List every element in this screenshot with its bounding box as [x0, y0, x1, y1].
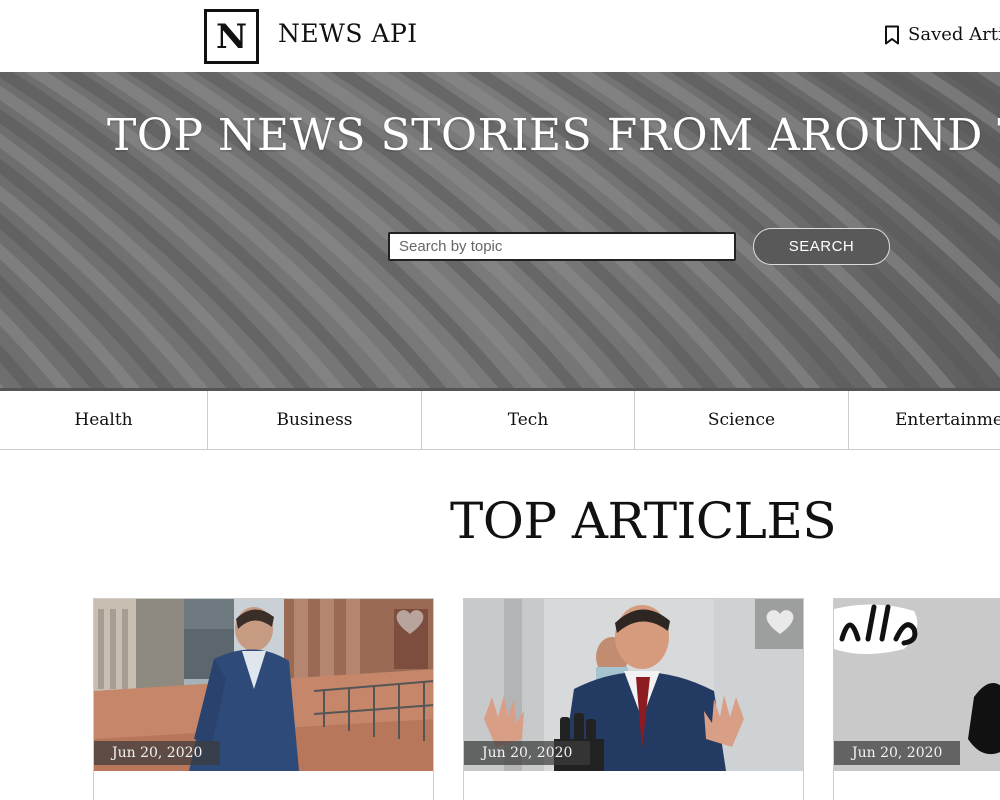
- favorite-button[interactable]: [385, 599, 433, 649]
- heart-icon: [394, 608, 426, 640]
- article-date: Jun 20, 2020: [834, 741, 961, 765]
- category-bar: Health Business Tech Science Entertainme…: [0, 391, 1000, 450]
- hero-title: TOP NEWS STORIES FROM AROUND THE WORLD: [107, 110, 1000, 161]
- favorite-button[interactable]: [755, 599, 803, 649]
- article-card[interactable]: Jun 20, 2020: [463, 598, 804, 800]
- category-business[interactable]: Business: [208, 391, 422, 449]
- article-date: Jun 20, 2020: [464, 741, 591, 765]
- article-card[interactable]: Jun 20, 2020: [833, 598, 1000, 800]
- article-card[interactable]: Jun 20, 2020: [93, 598, 434, 800]
- hero-banner: TOP NEWS STORIES FROM AROUND THE WORLD S…: [0, 72, 1000, 391]
- top-navbar: N NEWS API Saved Articles: [0, 0, 1000, 72]
- heart-icon: [764, 608, 796, 640]
- saved-articles-link[interactable]: Saved Articles: [884, 24, 1000, 45]
- bookmark-icon: [884, 25, 900, 45]
- article-date: Jun 20, 2020: [94, 741, 221, 765]
- brand-name[interactable]: NEWS API: [278, 19, 418, 48]
- category-science[interactable]: Science: [635, 391, 849, 449]
- search-button[interactable]: SEARCH: [753, 228, 890, 265]
- saved-articles-label: Saved Articles: [908, 24, 1000, 45]
- category-entertainment[interactable]: Entertainment: [849, 391, 1000, 449]
- category-health[interactable]: Health: [0, 391, 208, 449]
- page: N NEWS API Saved Articles TOP NEWS: [0, 0, 1000, 800]
- logo[interactable]: N: [204, 9, 259, 64]
- section-title: TOP ARTICLES: [450, 492, 837, 550]
- search-input[interactable]: [388, 232, 736, 261]
- category-tech[interactable]: Tech: [422, 391, 635, 449]
